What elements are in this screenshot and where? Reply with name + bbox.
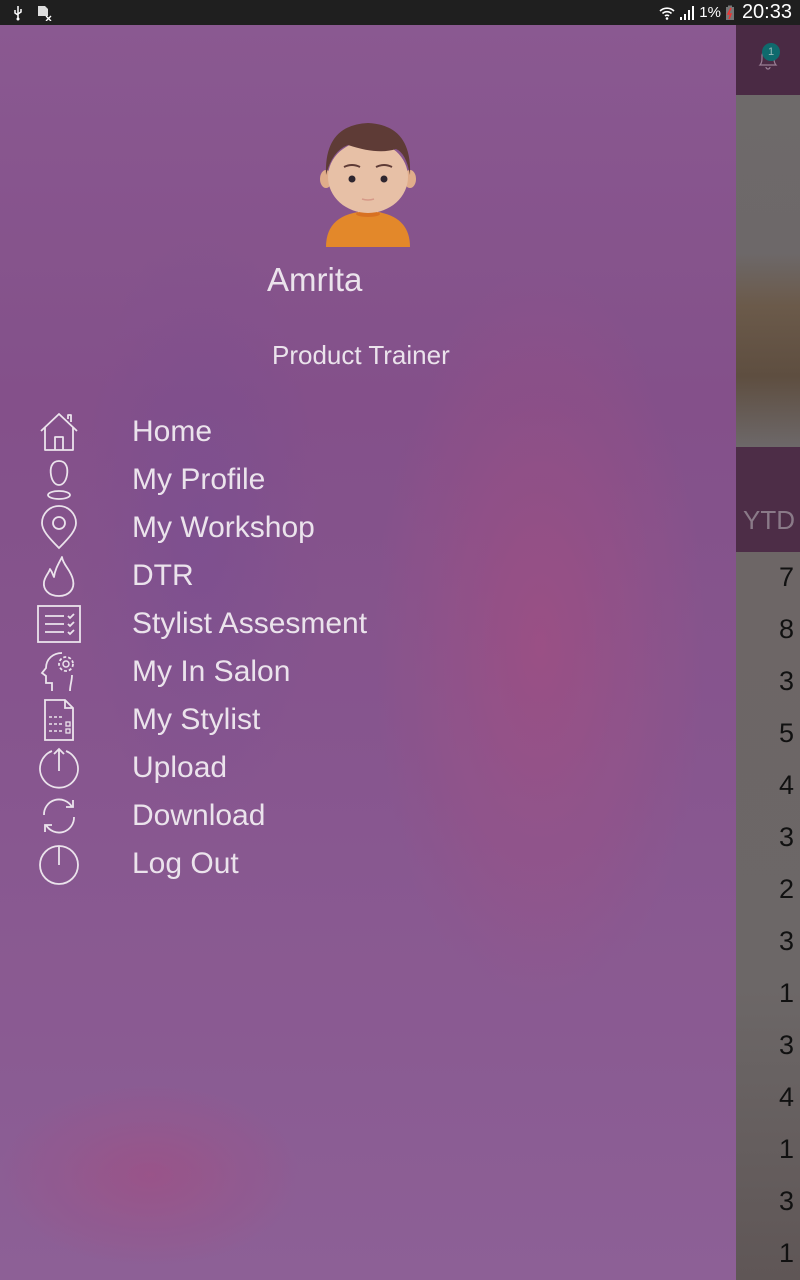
location-pin-icon	[34, 505, 84, 551]
menu-item-my-profile[interactable]: My Profile	[0, 456, 500, 504]
value-cell: 4	[778, 1082, 794, 1112]
checklist-icon	[34, 601, 84, 647]
menu-label: My Stylist	[132, 703, 261, 736]
menu-item-dtr[interactable]: DTR	[0, 552, 500, 600]
value-cell: 7	[778, 562, 794, 592]
user-role: Product Trainer	[272, 340, 450, 370]
menu-label: Log Out	[132, 847, 239, 880]
values-list: 7 8 3 5 4 3 2 3 1 3 4 1 3 1	[736, 552, 800, 1280]
table-header	[736, 447, 800, 552]
value-cell: 3	[778, 666, 794, 696]
menu-item-log-out[interactable]: Log Out	[0, 840, 500, 888]
menu-item-my-in-salon[interactable]: My In Salon	[0, 648, 500, 696]
menu-item-my-workshop[interactable]: My Workshop	[0, 504, 500, 552]
banner-image	[736, 95, 800, 447]
background-screen: 1 YTD 7 8 3 5 4 3 2 3 1 3 4 1 3 1	[736, 25, 800, 1280]
sync-icon	[34, 793, 84, 839]
menu-label: Upload	[132, 751, 228, 784]
value-cell: 1	[778, 978, 794, 1008]
menu-label: Stylist Assesment	[132, 607, 368, 640]
menu-item-stylist-assesment[interactable]: Stylist Assesment	[0, 600, 500, 648]
menu-label: Home	[132, 415, 213, 448]
ytd-column-header: YTD	[743, 505, 795, 535]
no-sim-icon	[36, 5, 52, 21]
home-icon	[34, 409, 84, 455]
notification-badge: 1	[762, 43, 780, 61]
app-toolbar: 1	[736, 25, 800, 95]
flame-icon	[34, 553, 84, 599]
value-cell: 2	[778, 874, 794, 904]
battery-icon	[725, 5, 735, 21]
profile-icon	[34, 457, 84, 503]
menu-item-home[interactable]: Home	[0, 408, 500, 456]
usb-icon	[10, 5, 26, 21]
battery-percent: 1%	[699, 4, 721, 21]
value-cell: 3	[778, 1030, 794, 1060]
power-icon	[34, 841, 84, 887]
value-cell: 3	[778, 926, 794, 956]
value-cell: 1	[778, 1238, 794, 1268]
status-bar: 1% 20:33	[0, 0, 800, 25]
value-cell: 4	[778, 770, 794, 800]
value-cell: 1	[778, 1134, 794, 1164]
value-cell: 5	[778, 718, 794, 748]
menu-item-download[interactable]: Download	[0, 792, 500, 840]
avatar-boy-icon	[318, 115, 418, 247]
head-gear-icon	[34, 649, 84, 695]
user-name: Amrita	[267, 261, 363, 298]
menu-label: DTR	[132, 559, 194, 592]
value-cell: 3	[778, 1186, 794, 1216]
menu-label: My In Salon	[132, 655, 291, 688]
wifi-icon	[659, 5, 675, 21]
menu-label: My Profile	[132, 463, 266, 496]
signal-icon	[679, 5, 695, 21]
document-checklist-icon	[34, 697, 84, 743]
menu-item-my-stylist[interactable]: My Stylist	[0, 696, 500, 744]
upload-icon	[34, 745, 84, 791]
menu-item-upload[interactable]: Upload	[0, 744, 500, 792]
value-cell: 3	[778, 822, 794, 852]
menu-label: Download	[132, 799, 266, 832]
value-cell: 8	[778, 614, 794, 644]
navigation-drawer: Amrita Product Trainer Home My Profile M…	[0, 25, 736, 1280]
menu-label: My Workshop	[132, 511, 315, 544]
clock: 20:33	[741, 1, 792, 23]
